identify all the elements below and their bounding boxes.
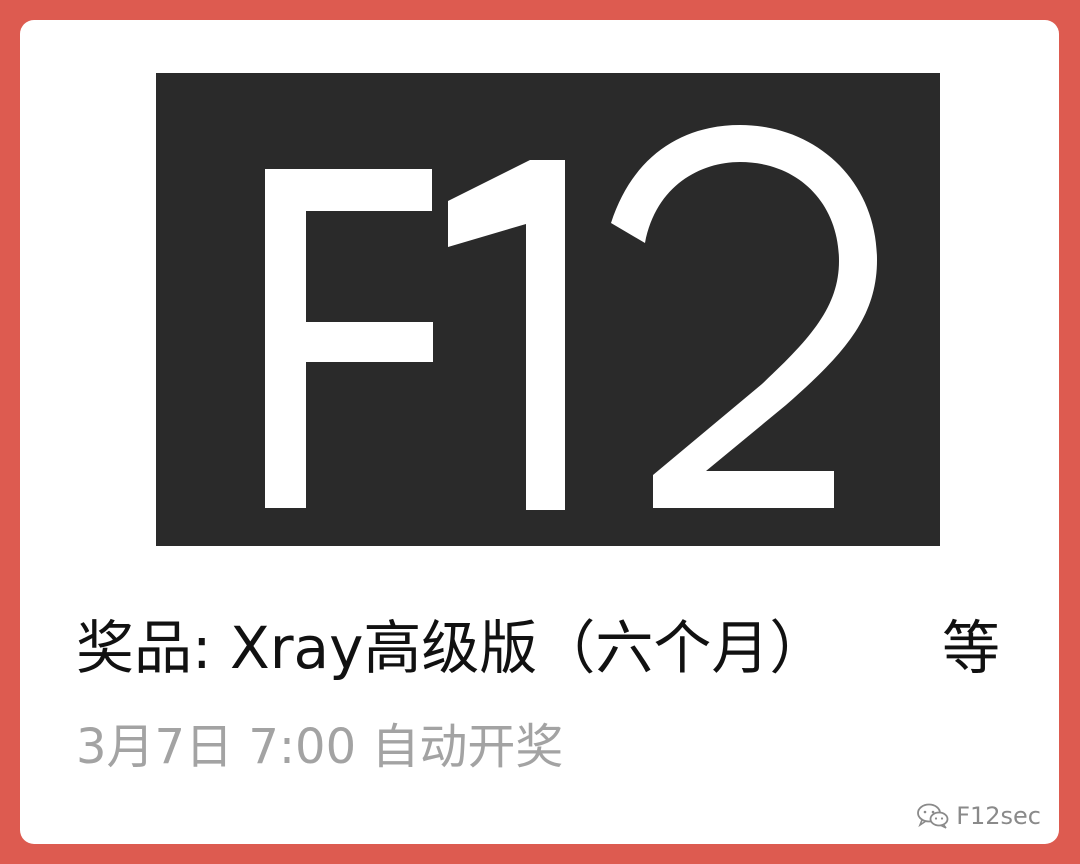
lottery-card[interactable]: 奖品: Xray高级版（六个月） 等 3月7日 7:00 自动开奖 F12sec: [20, 20, 1059, 844]
prize-line: 奖品: Xray高级版（六个月） 等: [76, 608, 1006, 688]
prize-text: 奖品: Xray高级版（六个月）: [76, 614, 828, 682]
f12-logo: [265, 125, 877, 510]
source-watermark: F12sec: [916, 794, 1041, 838]
watermark-account: F12sec: [956, 802, 1041, 830]
f12-logo-banner: [156, 73, 940, 546]
draw-schedule: 3月7日 7:00 自动开奖: [76, 719, 564, 775]
wechat-icon: [917, 803, 949, 829]
prize-suffix: 等: [942, 614, 1001, 682]
